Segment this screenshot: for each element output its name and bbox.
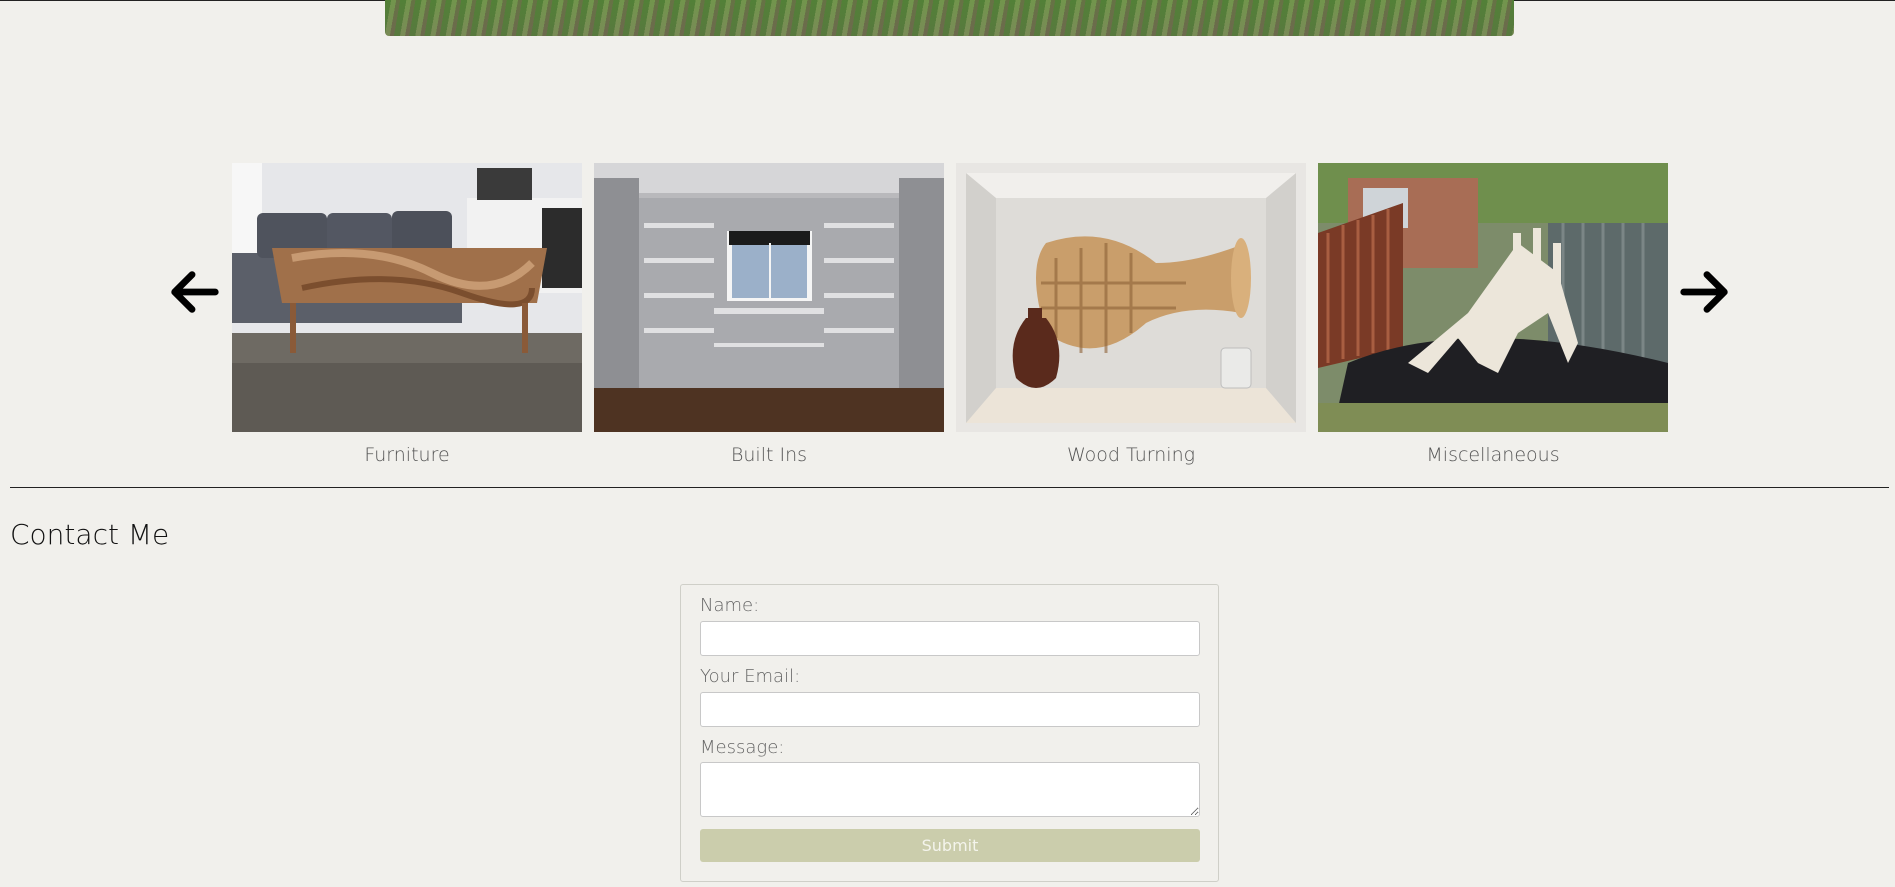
message-field[interactable]	[700, 762, 1200, 817]
contact-title: Contact Me	[10, 518, 170, 551]
carousel-item-wood-turning[interactable]: Wood Turning	[956, 163, 1306, 466]
message-label: Message:	[700, 737, 785, 758]
name-label: Name:	[700, 595, 760, 616]
contact-form: Name: Your Email: Message: Submit	[680, 584, 1219, 882]
carousel-item-built-ins[interactable]: Built Ins	[594, 163, 944, 466]
email-label: Your Email:	[700, 666, 801, 687]
carousel-item-label: Furniture	[364, 444, 450, 466]
page: Furniture Built Ins Wood Turning Miscell…	[0, 0, 1895, 887]
miscellaneous-image	[1318, 163, 1668, 432]
carousel-item-furniture[interactable]: Furniture	[232, 163, 582, 466]
carousel-item-label: Miscellaneous	[1426, 444, 1560, 466]
wood-turning-image	[956, 163, 1306, 432]
built-ins-image	[594, 163, 944, 432]
hero-image	[385, 0, 1514, 36]
submit-button[interactable]: Submit	[700, 829, 1200, 862]
arrow-right-icon	[1680, 271, 1728, 313]
email-field[interactable]	[700, 692, 1200, 727]
name-field[interactable]	[700, 621, 1200, 656]
carousel-prev-button[interactable]	[164, 262, 224, 322]
carousel-next-button[interactable]	[1675, 262, 1735, 322]
section-divider	[10, 487, 1889, 488]
carousel-item-miscellaneous[interactable]: Miscellaneous	[1318, 163, 1668, 466]
carousel-item-label: Wood Turning	[1066, 444, 1196, 466]
arrow-left-icon	[171, 271, 219, 313]
carousel-item-label: Built Ins	[730, 444, 808, 466]
furniture-image	[232, 163, 582, 432]
